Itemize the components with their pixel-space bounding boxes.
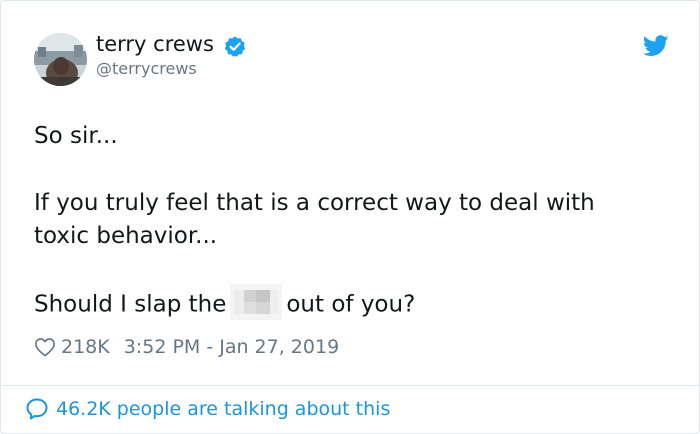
- tweet-text-line-4-before: Should I slap the: [34, 291, 227, 318]
- author-display-name[interactable]: terry crews: [96, 32, 214, 56]
- divider: [2, 385, 699, 386]
- verified-badge-icon: [224, 36, 246, 57]
- heart-icon[interactable]: [34, 337, 56, 357]
- author-handle[interactable]: @terrycrews: [96, 59, 197, 78]
- tweet-timestamp[interactable]: 3:52 PM - Jan 27, 2019: [124, 336, 339, 358]
- conversation-link[interactable]: 46.2K people are talking about this: [25, 397, 390, 421]
- tweet-card: terry crews @terrycrews So sir... If you…: [0, 0, 700, 434]
- avatar[interactable]: [34, 33, 87, 86]
- speech-bubble-icon: [26, 398, 48, 420]
- like-count[interactable]: 218K: [61, 336, 110, 358]
- tweet-text-line-4: Should I slap the out of you?: [34, 284, 416, 323]
- tweet-meta: 218K 3:52 PM - Jan 27, 2019: [34, 334, 339, 360]
- tweet-text-line-1: So sir...: [34, 123, 118, 149]
- tweet-text-line-4-after: out of you?: [286, 291, 416, 318]
- avatar-image: [34, 33, 87, 86]
- censored-word-pixelation: [230, 284, 283, 320]
- tweet-text-line-3: toxic behavior...: [34, 223, 218, 249]
- twitter-bird-icon[interactable]: [643, 35, 669, 57]
- tweet-text-line-2: If you truly feel that is a correct way …: [34, 190, 595, 216]
- conversation-link-label[interactable]: 46.2K people are talking about this: [56, 398, 390, 420]
